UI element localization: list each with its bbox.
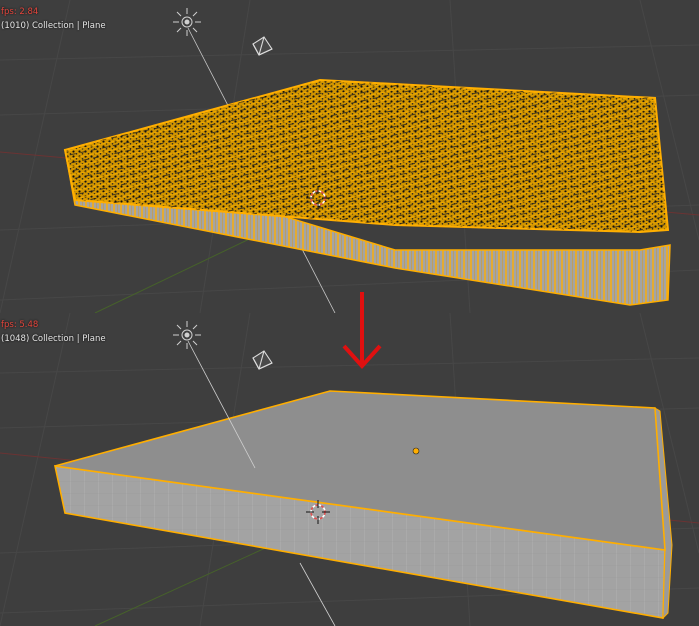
fps-counter: fps: 5.48	[1, 320, 39, 330]
origin-point-icon[interactable]	[412, 447, 420, 455]
camera-icon[interactable]	[252, 36, 273, 56]
frame-collection-info: (1010) Collection | Plane	[1, 21, 106, 31]
viewport-top[interactable]: fps: 2.84 (1010) Collection | Plane	[0, 0, 699, 313]
light-direction-line-lower	[299, 562, 336, 626]
down-arrow-icon	[342, 292, 382, 369]
light-icon[interactable]	[173, 321, 201, 349]
viewport-stats-bottom: fps: 5.48 (1048) Collection | Plane	[1, 318, 106, 346]
frame-collection-info: (1048) Collection | Plane	[1, 334, 106, 344]
light-icon[interactable]	[173, 8, 201, 36]
camera-icon[interactable]	[252, 350, 273, 370]
scene-top[interactable]	[0, 0, 699, 313]
viewport-stats-top: fps: 2.84 (1010) Collection | Plane	[1, 5, 106, 33]
fps-counter: fps: 2.84	[1, 7, 39, 17]
